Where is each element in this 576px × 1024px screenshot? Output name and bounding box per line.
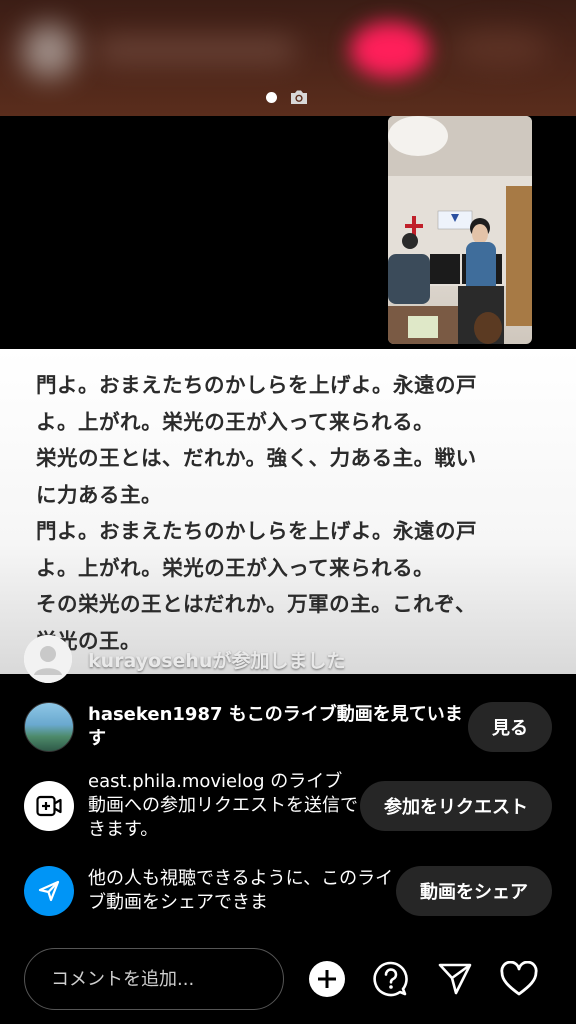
camera-icon[interactable] — [289, 89, 309, 105]
join-notification-text: kurayosehuが参加しました — [88, 649, 346, 672]
lyrics-line: 栄光の王とは、だれか。強く、力ある主。戦い — [36, 446, 477, 470]
viewer-count-blurred — [450, 30, 550, 66]
watch-button[interactable]: 見る — [468, 702, 552, 752]
question-icon[interactable] — [371, 959, 411, 999]
guest-video[interactable] — [388, 116, 532, 344]
send-icon[interactable] — [435, 959, 475, 999]
lyrics-panel: 門よ。おまえたちのかしらを上げよ。永遠の戸 よ。上がれ。栄光の王が入って来られる… — [0, 349, 576, 674]
live-badge-blurred — [350, 22, 430, 78]
lyrics-line: よ。上がれ。栄光の王が入って来られる。 — [36, 555, 435, 580]
add-video-icon — [24, 781, 74, 831]
viewer-avatar[interactable] — [24, 702, 74, 752]
lyrics-line: その栄光の王とはだれか。万軍の主。これぞ、 — [36, 592, 477, 616]
lyrics-line: 門よ。おまえたちのかしらを上げよ。永遠の戸 — [36, 373, 477, 397]
share-row: 他の人も視聴できるように、このライブ動画をシェアできま 動画をシェア — [24, 866, 552, 916]
paper-plane-icon — [24, 866, 74, 916]
default-avatar-icon — [24, 635, 72, 683]
request-row: east.phila.movielog のライブ動画への参加リクエストを送信でき… — [24, 770, 552, 842]
page-indicator — [266, 89, 309, 105]
join-notification: kurayosehuが参加しました — [24, 635, 346, 683]
lyrics-line: よ。上がれ。栄光の王が入って来られる。 — [36, 409, 435, 434]
host-name-blurred — [96, 38, 296, 62]
share-video-button[interactable]: 動画をシェア — [396, 866, 552, 916]
viewer-message: haseken1987 もこのライブ動画を見ています — [88, 704, 463, 749]
host-avatar — [22, 24, 76, 78]
plus-icon[interactable] — [307, 959, 347, 999]
request-message: east.phila.movielog のライブ動画への参加リクエストを送信でき… — [88, 771, 358, 840]
host-header — [0, 0, 576, 116]
viewer-row: haseken1987 もこのライブ動画を見ています 見る — [24, 702, 552, 752]
lyrics-line: に力ある主。 — [36, 482, 162, 507]
page-dot-active — [266, 91, 277, 103]
lyrics-line: 門よ。おまえたちのかしらを上げよ。永遠の戸 — [36, 519, 477, 543]
guest-video-frame — [388, 116, 532, 344]
comment-input[interactable] — [24, 948, 284, 1010]
share-message: 他の人も視聴できるように、このライブ動画をシェアできま — [88, 868, 394, 913]
request-join-button[interactable]: 参加をリクエスト — [360, 781, 552, 831]
heart-icon[interactable] — [499, 959, 539, 999]
